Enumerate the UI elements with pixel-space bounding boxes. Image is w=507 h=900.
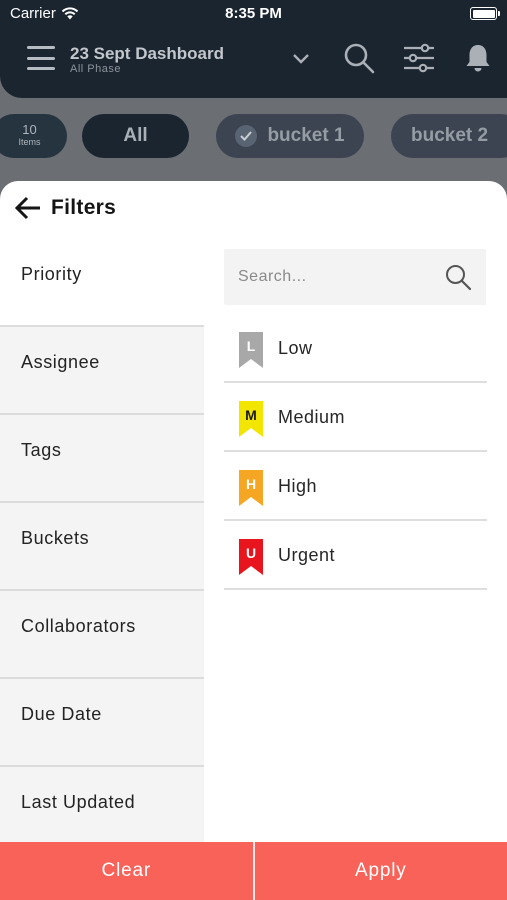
option-label: High [278,476,318,496]
category-assignee[interactable]: Assignee [0,327,204,415]
filters-footer: Clear Apply [0,842,507,900]
category-label: Buckets [21,528,90,548]
priority-low-letter: L [247,338,256,354]
back-arrow-icon[interactable] [14,195,42,221]
priority-high-letter: H [246,476,256,492]
priority-option-medium[interactable]: M Medium [224,384,487,452]
category-label: Priority [21,264,82,284]
filters-sheet: Filters Priority Assignee Tags Buckets C… [0,181,507,900]
priority-urgent-icon: U [239,539,263,575]
priority-urgent-letter: U [246,545,256,561]
search-input[interactable]: Search... [224,249,486,305]
filters-header: Filters [0,181,507,239]
filter-options-panel: Search... L Low M Medium H High U Urgent [204,239,507,842]
priority-medium-letter: M [245,407,257,423]
footer-divider [252,842,255,900]
bucket-chips: 10 Items All bucket 1 bucket 2 [0,112,507,160]
chip-bucket-2[interactable]: bucket 2 [391,114,507,158]
clear-button[interactable]: Clear [0,842,253,900]
category-label: Last Updated [21,792,136,812]
priority-option-low[interactable]: L Low [224,315,487,383]
search-placeholder: Search... [238,268,307,285]
category-label: Due Date [21,704,102,724]
chip-all[interactable]: All [82,114,189,158]
dashboard-title[interactable]: 23 Sept Dashboard [70,44,224,64]
search-icon[interactable] [444,263,472,291]
chip-bucket-1-label: bucket 1 [267,125,345,146]
category-label: Tags [21,440,62,460]
category-due-date[interactable]: Due Date [0,679,204,767]
item-count-label: Items [18,137,41,147]
category-collaborators[interactable]: Collaborators [0,591,204,679]
sliders-icon[interactable] [403,42,435,74]
apply-button[interactable]: Apply [255,842,507,900]
priority-low-icon: L [239,332,263,368]
chip-all-label: All [123,125,148,146]
option-label: Medium [278,407,346,427]
item-count-chip: 10 Items [0,114,67,158]
item-count: 10 [22,122,37,137]
category-label: Collaborators [21,616,136,636]
dashboard-subtitle: All Phase [70,63,121,75]
priority-high-icon: H [239,470,263,506]
category-label: Assignee [21,352,100,372]
chip-bucket-1[interactable]: bucket 1 [216,114,364,158]
menu-icon[interactable] [27,46,55,70]
priority-option-urgent[interactable]: U Urgent [224,522,487,590]
option-label: Urgent [278,545,336,565]
check-icon [235,125,258,147]
filters-title: Filters [51,196,117,219]
filter-categories: Priority Assignee Tags Buckets Collabora… [0,239,204,855]
option-label: Low [278,338,313,358]
bell-icon[interactable] [462,42,494,74]
category-buckets[interactable]: Buckets [0,503,204,591]
search-icon[interactable] [343,42,375,74]
chip-bucket-2-label: bucket 2 [411,125,489,146]
category-tags[interactable]: Tags [0,415,204,503]
priority-option-high[interactable]: H High [224,453,487,521]
priority-medium-icon: M [239,401,263,437]
category-priority[interactable]: Priority [0,239,204,327]
chevron-down-icon[interactable] [292,52,310,66]
